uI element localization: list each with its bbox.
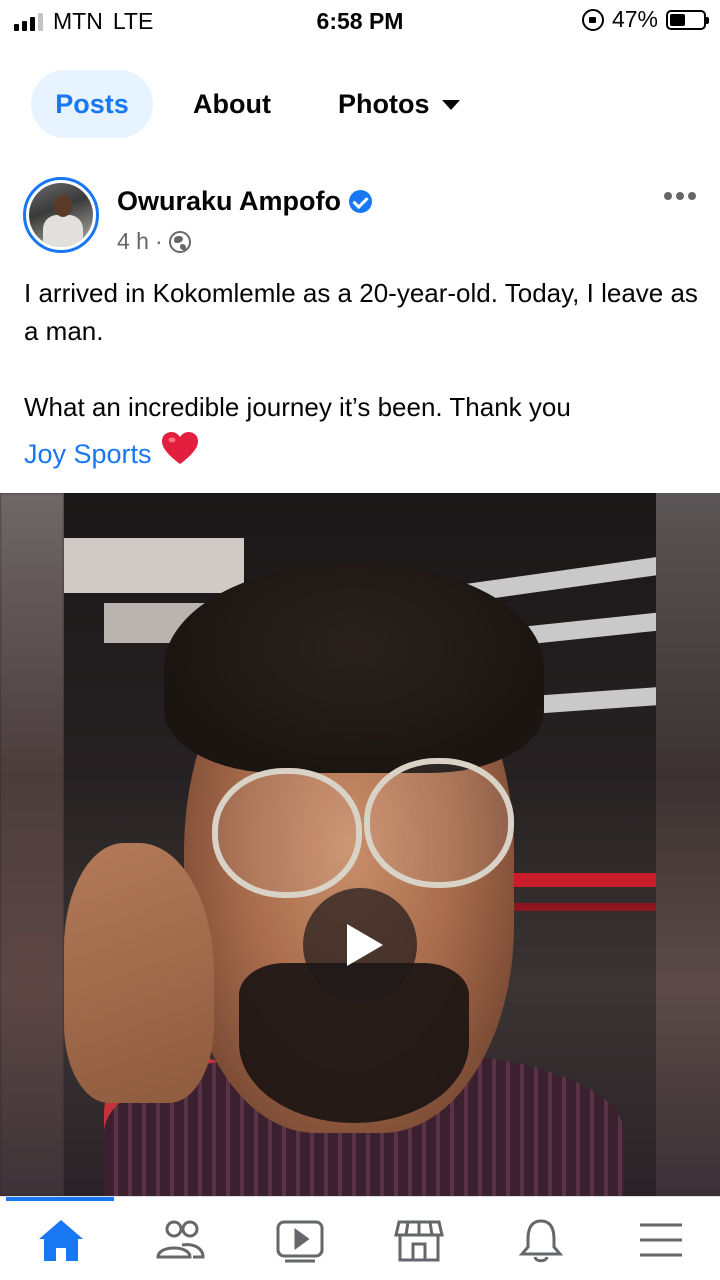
tab-about-label: About <box>193 89 271 119</box>
dot-icon <box>688 192 696 200</box>
post-paragraph-2: What an incredible journey it’s been. Th… <box>24 392 571 422</box>
marketplace-icon[interactable] <box>394 1217 444 1263</box>
notifications-icon[interactable] <box>516 1217 566 1263</box>
tab-photos-label: Photos <box>338 89 430 119</box>
verified-badge-icon <box>349 190 373 213</box>
tab-posts[interactable]: Posts <box>31 70 153 138</box>
dot-icon <box>664 192 672 200</box>
post-text: I arrived in Kokomlemle as a 20-year-old… <box>24 274 704 426</box>
avatar[interactable] <box>23 177 99 253</box>
mention-line: Joy Sports <box>24 432 198 476</box>
tab-about[interactable]: About <box>193 70 271 138</box>
profile-tabs: Posts About Photos <box>0 40 720 160</box>
heart-icon <box>161 432 198 476</box>
battery-icon <box>666 9 709 30</box>
mention-link[interactable]: Joy Sports <box>24 434 152 474</box>
avatar-image <box>29 183 93 247</box>
dot-icon <box>676 192 684 200</box>
friends-icon[interactable] <box>155 1217 205 1263</box>
rotation-lock-icon <box>581 8 604 31</box>
video-blur-left <box>0 493 64 1196</box>
status-bar: MTN LTE 6:58 PM 47% <box>0 0 720 40</box>
tab-posts-label: Posts <box>55 89 129 119</box>
video-blur-right <box>656 493 720 1196</box>
battery-fill <box>670 13 686 26</box>
post-video[interactable] <box>0 493 720 1196</box>
play-icon[interactable] <box>303 888 417 1002</box>
post-author[interactable]: Owuraku Ampofo <box>117 186 373 217</box>
tab-photos[interactable]: Photos <box>338 70 460 138</box>
post-time[interactable]: 4 h <box>117 228 149 255</box>
globe-icon <box>168 230 191 253</box>
more-options-button[interactable] <box>664 186 698 206</box>
video-thumbnail <box>64 493 656 1196</box>
post-paragraph-1: I arrived in Kokomlemle as a 20-year-old… <box>24 278 698 346</box>
meta-separator: · <box>154 228 163 254</box>
bottom-nav <box>0 1196 720 1280</box>
watch-icon[interactable] <box>275 1217 325 1263</box>
author-name: Owuraku Ampofo <box>117 186 342 216</box>
home-icon[interactable] <box>36 1217 86 1263</box>
active-nav-indicator <box>6 1197 114 1201</box>
status-right: 47% <box>581 6 709 33</box>
post-meta: 4 h · <box>117 228 191 255</box>
battery-percent: 47% <box>611 6 658 32</box>
menu-icon[interactable] <box>636 1217 686 1263</box>
caret-down-icon <box>441 100 460 110</box>
